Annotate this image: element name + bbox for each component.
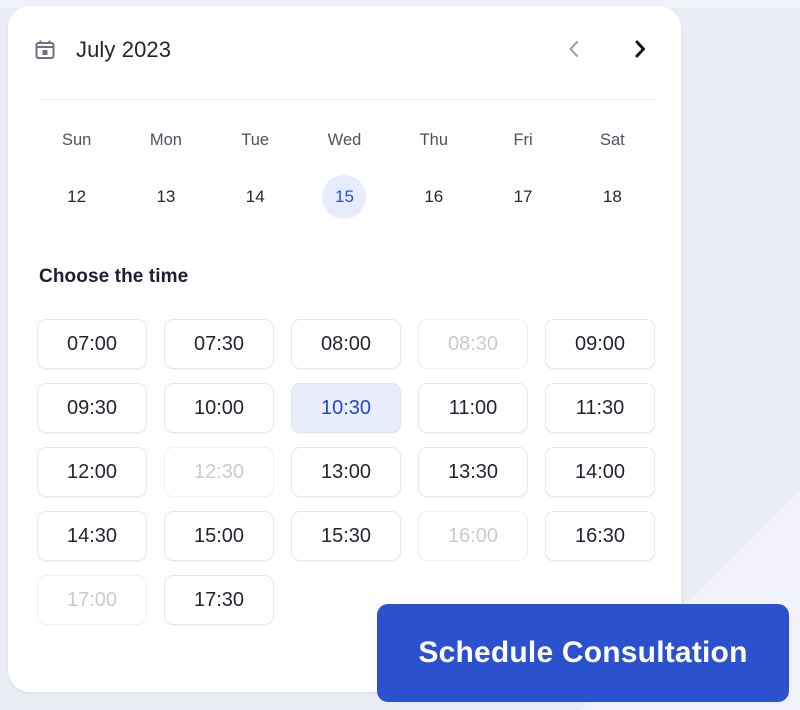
time-slot[interactable]: 07:30 bbox=[164, 319, 274, 369]
date-button[interactable]: 17 bbox=[501, 175, 545, 219]
calendar-header: July 2023 bbox=[8, 6, 681, 94]
chevron-right-icon bbox=[632, 38, 648, 63]
date-cell: 12 bbox=[32, 171, 121, 223]
weekday-label: Thu bbox=[419, 131, 448, 149]
date-cell: 18 bbox=[568, 171, 657, 223]
weekday-header-row: Sun Mon Tue Wed Thu Fri Sat bbox=[32, 118, 657, 162]
date-cell: 15 bbox=[300, 171, 389, 223]
time-slot[interactable]: 14:30 bbox=[37, 511, 147, 561]
time-slot[interactable]: 16:30 bbox=[545, 511, 655, 561]
time-slot[interactable]: 15:30 bbox=[291, 511, 401, 561]
date-button[interactable]: 18 bbox=[590, 175, 634, 219]
weekday-label: Fri bbox=[513, 131, 533, 149]
weekday-label: Wed bbox=[327, 131, 362, 149]
time-slot-disabled: 08:30 bbox=[418, 319, 528, 369]
choose-time-title: Choose the time bbox=[39, 266, 189, 287]
time-slot[interactable]: 07:00 bbox=[37, 319, 147, 369]
time-slot-selected[interactable]: 10:30 bbox=[291, 383, 401, 433]
time-slot[interactable]: 13:00 bbox=[291, 447, 401, 497]
time-slot-disabled: 17:00 bbox=[37, 575, 147, 625]
time-slot[interactable]: 08:00 bbox=[291, 319, 401, 369]
time-slot[interactable]: 10:00 bbox=[164, 383, 274, 433]
time-slot-disabled: 16:00 bbox=[418, 511, 528, 561]
date-cell: 17 bbox=[478, 171, 567, 223]
weekday-label: Tue bbox=[241, 131, 270, 149]
weekday-label: Mon bbox=[149, 131, 182, 149]
prev-month-button[interactable] bbox=[557, 33, 591, 67]
next-month-button[interactable] bbox=[623, 33, 657, 67]
time-slot[interactable]: 14:00 bbox=[545, 447, 655, 497]
time-slot[interactable]: 11:30 bbox=[545, 383, 655, 433]
date-button[interactable]: 12 bbox=[55, 175, 99, 219]
time-slot[interactable]: 11:00 bbox=[418, 383, 528, 433]
month-label: July 2023 bbox=[76, 37, 172, 62]
time-slot-grid: 07:00 07:30 08:00 08:30 09:00 09:30 10:00 10:30… bbox=[37, 319, 667, 625]
calendar-icon bbox=[32, 37, 58, 63]
time-slot[interactable]: 17:30 bbox=[164, 575, 274, 625]
weekday-label: Sun bbox=[61, 131, 92, 149]
date-cell: 13 bbox=[121, 171, 210, 223]
time-slot[interactable]: 13:30 bbox=[418, 447, 528, 497]
time-slot[interactable]: 09:30 bbox=[37, 383, 147, 433]
date-cell: 14 bbox=[211, 171, 300, 223]
schedule-consultation-button[interactable]: Schedule Consultation bbox=[377, 604, 789, 702]
time-slot-disabled: 12:30 bbox=[164, 447, 274, 497]
date-button-selected[interactable]: 15 bbox=[322, 175, 367, 219]
header-divider bbox=[39, 99, 656, 100]
time-slot[interactable]: 12:00 bbox=[37, 447, 147, 497]
time-slot[interactable]: 15:00 bbox=[164, 511, 274, 561]
chevron-left-icon bbox=[566, 38, 582, 63]
date-row: 12 13 14 15 16 17 18 bbox=[32, 171, 657, 223]
scheduler-card: July 2023 Sun Mon Tue Wed Thu Fri Sat 12 13 14 15… bbox=[8, 6, 681, 692]
date-button[interactable]: 13 bbox=[144, 175, 188, 219]
date-button[interactable]: 16 bbox=[412, 175, 456, 219]
date-cell: 16 bbox=[389, 171, 478, 223]
time-slot[interactable]: 09:00 bbox=[545, 319, 655, 369]
date-button[interactable]: 14 bbox=[233, 175, 277, 219]
weekday-label: Sat bbox=[599, 131, 625, 149]
